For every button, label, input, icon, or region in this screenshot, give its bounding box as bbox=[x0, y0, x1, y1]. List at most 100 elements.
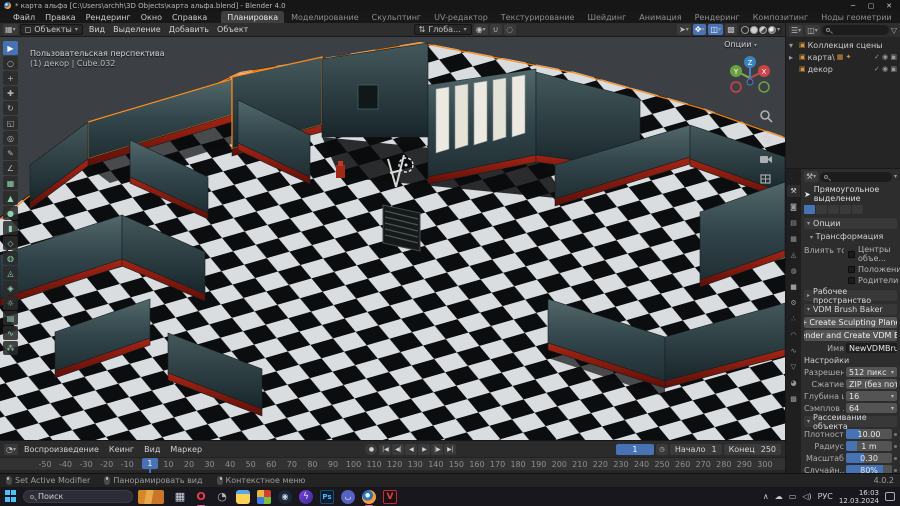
tab-material[interactable]: ◕ bbox=[787, 377, 800, 389]
auto-key-button[interactable]: ● bbox=[365, 443, 378, 455]
tab-render[interactable]: ◙ bbox=[787, 201, 800, 213]
menu-item[interactable]: Правка bbox=[40, 12, 80, 23]
viewport-menu-item[interactable]: Вид bbox=[85, 25, 109, 34]
row-toggle-icons[interactable]: ✓ ◉ ▣ bbox=[874, 65, 897, 73]
scatter-slider[interactable]: 10.00 bbox=[846, 429, 892, 439]
frame-start-field[interactable]: Начало 1 bbox=[669, 443, 722, 455]
tray-expand-icon[interactable]: ∧ bbox=[763, 492, 769, 501]
animate-dot-icon[interactable] bbox=[894, 468, 897, 472]
vdm-setting-field[interactable]: 16 ▾ bbox=[846, 391, 897, 401]
widgets-button[interactable] bbox=[138, 489, 164, 504]
viewport-menu-item[interactable]: Добавить bbox=[165, 25, 213, 34]
mode-selector[interactable]: ◻ Объекты ▾ bbox=[19, 24, 83, 35]
create-sculpting-plane-button[interactable]: + Create Sculpting Plane bbox=[804, 317, 897, 328]
perspective-toggle-icon[interactable] bbox=[759, 173, 773, 185]
start-button[interactable] bbox=[5, 490, 18, 503]
menu-item[interactable]: Справка bbox=[167, 12, 212, 23]
taskview[interactable]: ▦ bbox=[173, 490, 187, 504]
checkbox[interactable] bbox=[848, 250, 855, 258]
tab-view-layer[interactable]: ▦ bbox=[787, 233, 800, 245]
timeline-menu-item[interactable]: Воспроизведение bbox=[20, 445, 103, 454]
timeline-editor-icon[interactable]: ◔ ▾ bbox=[4, 443, 18, 455]
vdm-name-field[interactable]: NewVDMBrush bbox=[846, 343, 897, 353]
vdm-setting-field[interactable]: 64 ▾ bbox=[846, 403, 897, 413]
checkbox[interactable] bbox=[848, 266, 855, 273]
workspace-tab[interactable]: Скульптинг bbox=[366, 11, 428, 24]
language-indicator[interactable]: РУС bbox=[818, 492, 833, 501]
workspace-tab[interactable]: Анимация bbox=[633, 11, 687, 24]
snap-magnet-icon[interactable]: ∪ bbox=[489, 24, 502, 35]
zoom-view-icon[interactable] bbox=[759, 109, 773, 123]
annotate-tool[interactable]: ✎ bbox=[3, 146, 18, 160]
animate-dot-icon[interactable] bbox=[894, 432, 897, 436]
explorer[interactable] bbox=[236, 489, 250, 504]
tab-data[interactable]: ▽ bbox=[787, 361, 800, 373]
select-mode-extend[interactable] bbox=[816, 205, 827, 214]
volume-icon[interactable]: ◁) bbox=[802, 492, 811, 501]
prev-keyframe-button[interactable]: ◀| bbox=[392, 443, 405, 455]
add-cylinder-tool[interactable]: ▮ bbox=[3, 221, 18, 235]
clock[interactable]: ◔ bbox=[215, 490, 229, 504]
blender[interactable] bbox=[362, 489, 376, 506]
playhead[interactable]: 1 bbox=[141, 458, 158, 469]
jump-to-end-button[interactable]: ▶| bbox=[444, 443, 457, 455]
tab-texture[interactable]: ▩ bbox=[787, 393, 800, 405]
workspace-panel-header[interactable]: ▸ Рабочее пространство bbox=[804, 287, 897, 305]
pan-view-icon[interactable] bbox=[759, 131, 773, 145]
play-button[interactable]: ▶ bbox=[418, 443, 431, 455]
workspace-tab[interactable]: Шейдинг bbox=[581, 11, 632, 24]
active-tool-row[interactable]: ➤ Прямоугольное выделение bbox=[804, 185, 897, 203]
timeline-menu-item[interactable]: Маркер bbox=[166, 445, 206, 454]
rotate-tool[interactable]: ↻ bbox=[3, 101, 18, 115]
tab-modifiers[interactable]: ⚙ bbox=[787, 297, 800, 309]
tab-world[interactable]: ◍ bbox=[787, 265, 800, 277]
select-mode-intersect[interactable] bbox=[852, 205, 863, 214]
select-mode-invert[interactable] bbox=[840, 205, 851, 214]
scatter-slider[interactable]: 1 m bbox=[846, 441, 892, 451]
workspace-tab[interactable]: Моделирование bbox=[285, 11, 365, 24]
tweak-select-tool[interactable]: ▶ bbox=[3, 41, 18, 55]
animate-dot-icon[interactable] bbox=[894, 456, 897, 460]
viewport-3d[interactable]: ▶ ○ + ✚ ↻ ◱ ◎ ✎ ∠ ▦ ▲ ● ▮ ◇ ◍ ◬ ◈ ☼ ▤ ∿ ⁂ Пользовательская п… bbox=[0, 37, 785, 440]
viewport-menu-item[interactable]: Выделение bbox=[109, 25, 165, 34]
wireframe-shading-icon[interactable] bbox=[741, 25, 749, 34]
navigation-gizmo[interactable]: Y X Z bbox=[723, 51, 777, 105]
vmix[interactable]: V bbox=[383, 489, 397, 504]
add-monkey-tool[interactable]: ◬ bbox=[3, 266, 18, 280]
menu-item[interactable]: Рендеринг bbox=[81, 12, 136, 23]
scale-tool[interactable]: ◱ bbox=[3, 116, 18, 130]
tab-tool[interactable]: ⚒ bbox=[787, 185, 800, 197]
add-torus-tool[interactable]: ◍ bbox=[3, 251, 18, 265]
outliner-row[interactable]: ▾ ▣ Коллекция сцены bbox=[786, 39, 900, 51]
vdm-setting-field[interactable]: ZIP (без пот...▾ bbox=[846, 379, 897, 389]
tab-physics[interactable]: ◠ bbox=[787, 329, 800, 341]
clock[interactable]: 16:03 12.03.2024 bbox=[839, 489, 879, 505]
add-cone-tool[interactable]: ▲ bbox=[3, 191, 18, 205]
row-toggle-icons[interactable]: ✓ ◉ ▣ bbox=[874, 53, 897, 61]
outliner-row[interactable]: ▣ декор ✓ ◉ ▣ bbox=[786, 63, 900, 75]
rendered-shading-icon[interactable] bbox=[768, 25, 776, 34]
workspace-tab[interactable]: Композитинг bbox=[747, 11, 814, 24]
viewport-menu-item[interactable]: Объект bbox=[213, 25, 252, 34]
vdm-panel-header[interactable]: ▾ VDM Brush Baker bbox=[804, 304, 897, 315]
steam[interactable]: ◉ bbox=[278, 489, 292, 504]
transform-panel-header[interactable]: ▾ Трансформация bbox=[810, 232, 897, 241]
scatter-slider[interactable]: 0.30 bbox=[846, 453, 892, 463]
discord[interactable]: ◡ bbox=[341, 489, 355, 504]
maximize-button[interactable]: ▢ bbox=[864, 2, 878, 10]
add-plane-tool[interactable]: ◇ bbox=[3, 236, 18, 250]
timeline-menu-item[interactable]: Кеинг bbox=[105, 445, 138, 454]
add-sphere-tool[interactable]: ● bbox=[3, 206, 18, 220]
workspace-tab[interactable]: Рендеринг bbox=[689, 11, 746, 24]
use-preview-range-icon[interactable]: ◷ bbox=[655, 443, 668, 455]
material-shading-icon[interactable] bbox=[759, 25, 767, 34]
add-curve-tool[interactable]: ∿ bbox=[3, 326, 18, 340]
solid-shading-icon[interactable] bbox=[750, 25, 758, 34]
display-icon[interactable]: ▭ bbox=[789, 492, 797, 501]
cursor-tool[interactable]: + bbox=[3, 71, 18, 85]
opera[interactable]: O bbox=[194, 490, 208, 506]
xray-toggle-icon[interactable]: ▩ bbox=[725, 24, 737, 35]
select-circle-tool[interactable]: ○ bbox=[3, 56, 18, 70]
next-keyframe-button[interactable]: |▶ bbox=[431, 443, 444, 455]
ps[interactable]: Ps bbox=[320, 489, 334, 504]
